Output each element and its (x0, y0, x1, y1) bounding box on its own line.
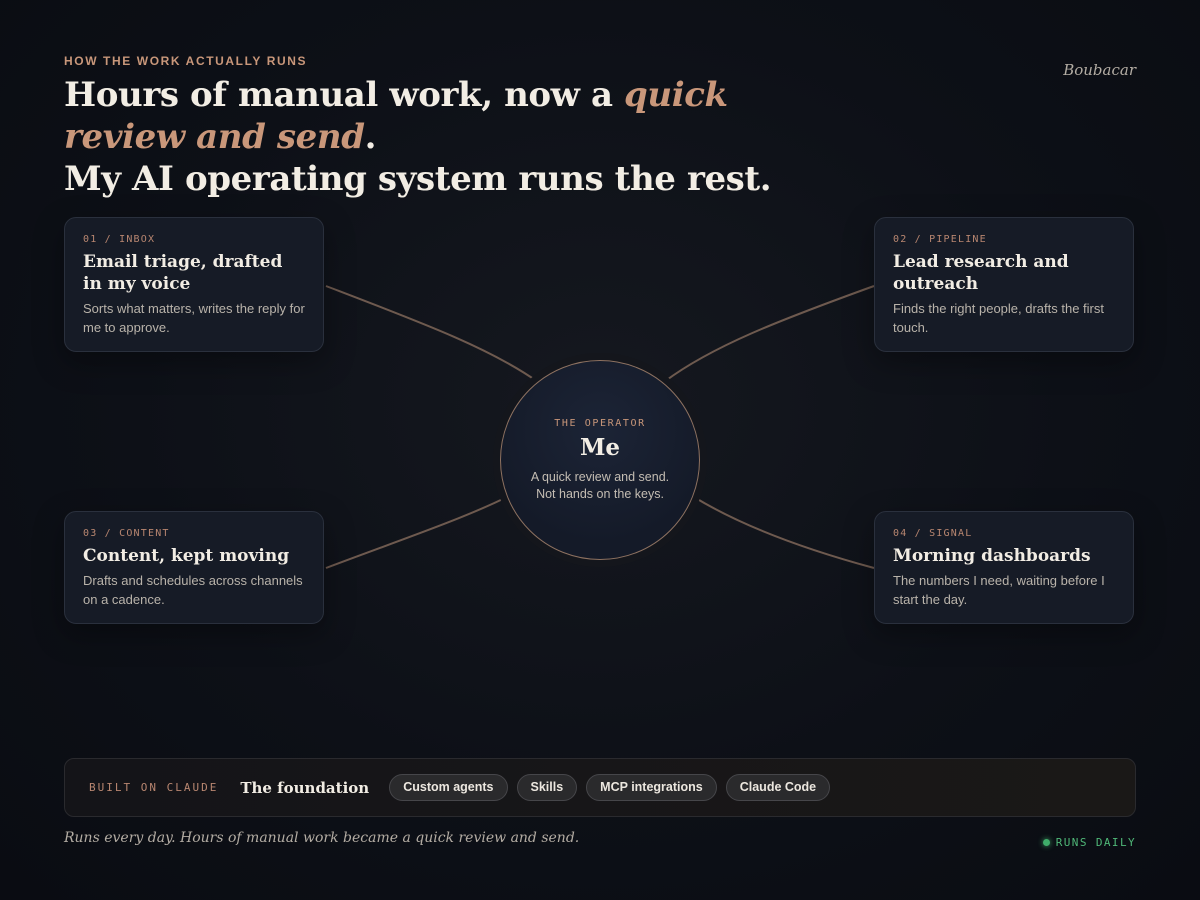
card-tag: 01 / INBOX (83, 234, 156, 245)
card-tag: 04 / SIGNAL (893, 528, 973, 539)
card-description: Drafts and schedules across channels on … (83, 573, 303, 607)
card-title: Morning dashboards (893, 546, 1091, 566)
card-content: 03 / CONTENT Content, kept moving Drafts… (64, 511, 324, 624)
hub-line-2: Not hands on the keys. (536, 487, 664, 501)
hub-tag: THE OPERATOR (554, 418, 646, 429)
footer-note: Runs every day. Hours of manual work bec… (64, 830, 580, 846)
card-title: Content, kept moving (83, 546, 290, 566)
chip-mcp-integrations: MCP integrations (586, 774, 717, 801)
card-pipeline: 02 / PIPELINE Lead research and outreach… (874, 217, 1134, 352)
foundation-chips: Custom agents Skills MCP integrations Cl… (389, 774, 831, 801)
card-tag: 02 / PIPELINE (893, 234, 987, 245)
connector-signal (693, 496, 875, 569)
connector-inbox (325, 285, 539, 383)
chip-custom-agents: Custom agents (389, 774, 508, 801)
card-title: Lead research and outreach (893, 252, 1069, 294)
card-description: Sorts what matters, writes the reply for… (83, 301, 305, 335)
status-indicator: RUNS DAILY (1042, 836, 1136, 849)
chip-skills: Skills (516, 774, 578, 801)
card-description: Finds the right people, drafts the first… (893, 301, 1104, 335)
card-signal: 04 / SIGNAL Morning dashboards The numbe… (874, 511, 1134, 624)
status-dot-icon (1042, 839, 1050, 846)
card-title: Email triage, drafted in my voice (83, 252, 283, 294)
operator-hub: THE OPERATOR Me A quick review and send.… (500, 360, 700, 560)
foundation-bar: BUILT ON CLAUDE The foundation Custom ag… (64, 758, 1136, 817)
card-inbox: 01 / INBOX Email triage, drafted in my v… (64, 217, 324, 352)
chip-claude-code: Claude Code (725, 774, 831, 801)
connector-pipeline (663, 285, 875, 383)
hub-name: Me (579, 434, 621, 461)
card-description: The numbers I need, waiting before I sta… (893, 573, 1105, 607)
hub-line-1: A quick review and send. (530, 470, 670, 484)
card-tag: 03 / CONTENT (83, 528, 170, 539)
foundation-label: BUILT ON CLAUDE (89, 781, 219, 794)
connector-content (325, 496, 508, 569)
foundation-heading: The foundation (240, 778, 370, 797)
status-text: RUNS DAILY (1055, 836, 1136, 849)
